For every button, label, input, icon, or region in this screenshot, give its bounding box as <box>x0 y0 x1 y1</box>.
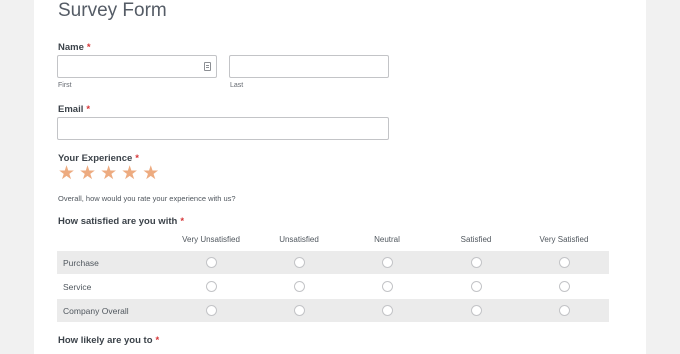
satisfaction-label: How satisfied are you with * <box>58 216 184 227</box>
likert-row: Purchase <box>57 251 609 274</box>
likert-radio[interactable] <box>381 257 393 268</box>
likely-label-text: How likely are you to <box>58 335 153 346</box>
likert-column-header: Satisfied <box>460 235 492 244</box>
likert-radio[interactable] <box>293 305 305 316</box>
email-label: Email * <box>58 104 90 115</box>
likert-radio[interactable] <box>558 281 570 292</box>
likert-column-header: Very Satisfied <box>539 235 589 244</box>
star-icon[interactable]: ★ <box>100 164 117 183</box>
email-label-text: Email <box>58 104 84 115</box>
star-icon[interactable]: ★ <box>79 164 96 183</box>
likely-label: How likely are you to * <box>58 335 159 346</box>
likert-radio[interactable] <box>470 281 482 292</box>
likert-row: Service <box>57 275 609 298</box>
page-title: Survey Form <box>58 0 167 21</box>
required-mark: * <box>155 335 160 346</box>
star-icon[interactable]: ★ <box>142 164 159 183</box>
likert-radio[interactable] <box>381 305 393 316</box>
name-label: Name * <box>58 42 91 53</box>
star-rating: ★ ★ ★ ★ ★ <box>58 164 159 183</box>
likert-row-label: Purchase <box>63 258 99 268</box>
required-mark: * <box>180 216 185 227</box>
likert-radio[interactable] <box>205 257 217 268</box>
likert-column-header: Very Unsatisfied <box>182 235 240 244</box>
experience-description: Overall, how would you rate your experie… <box>58 194 236 203</box>
likert-column-header: Unsatisfied <box>279 235 319 244</box>
likert-radio[interactable] <box>293 257 305 268</box>
likert-radio[interactable] <box>470 257 482 268</box>
likert-row-label: Service <box>63 282 92 292</box>
first-name-sublabel: First <box>58 82 72 89</box>
likert-row-label: Company Overall <box>63 306 129 316</box>
star-icon[interactable]: ★ <box>58 164 75 183</box>
name-label-text: Name <box>58 42 84 53</box>
likert-row: Company Overall <box>57 299 609 322</box>
email-input[interactable] <box>57 117 389 140</box>
first-name-input[interactable] <box>57 55 217 78</box>
contact-card-icon <box>204 62 211 71</box>
likert-radio[interactable] <box>205 305 217 316</box>
required-mark: * <box>86 42 91 53</box>
likert-radio[interactable] <box>470 305 482 316</box>
likert-radio[interactable] <box>558 305 570 316</box>
required-mark: * <box>86 104 91 115</box>
last-name-input[interactable] <box>229 55 389 78</box>
likert-column-header: Neutral <box>374 235 400 244</box>
likert-radio[interactable] <box>558 257 570 268</box>
satisfaction-label-text: How satisfied are you with <box>58 216 178 227</box>
last-name-sublabel: Last <box>230 82 244 89</box>
form-page: Survey Form Name * First Last Email * Your… <box>34 0 646 354</box>
likert-radio[interactable] <box>381 281 393 292</box>
likert-radio[interactable] <box>205 281 217 292</box>
likert-radio[interactable] <box>293 281 305 292</box>
star-icon[interactable]: ★ <box>121 164 138 183</box>
